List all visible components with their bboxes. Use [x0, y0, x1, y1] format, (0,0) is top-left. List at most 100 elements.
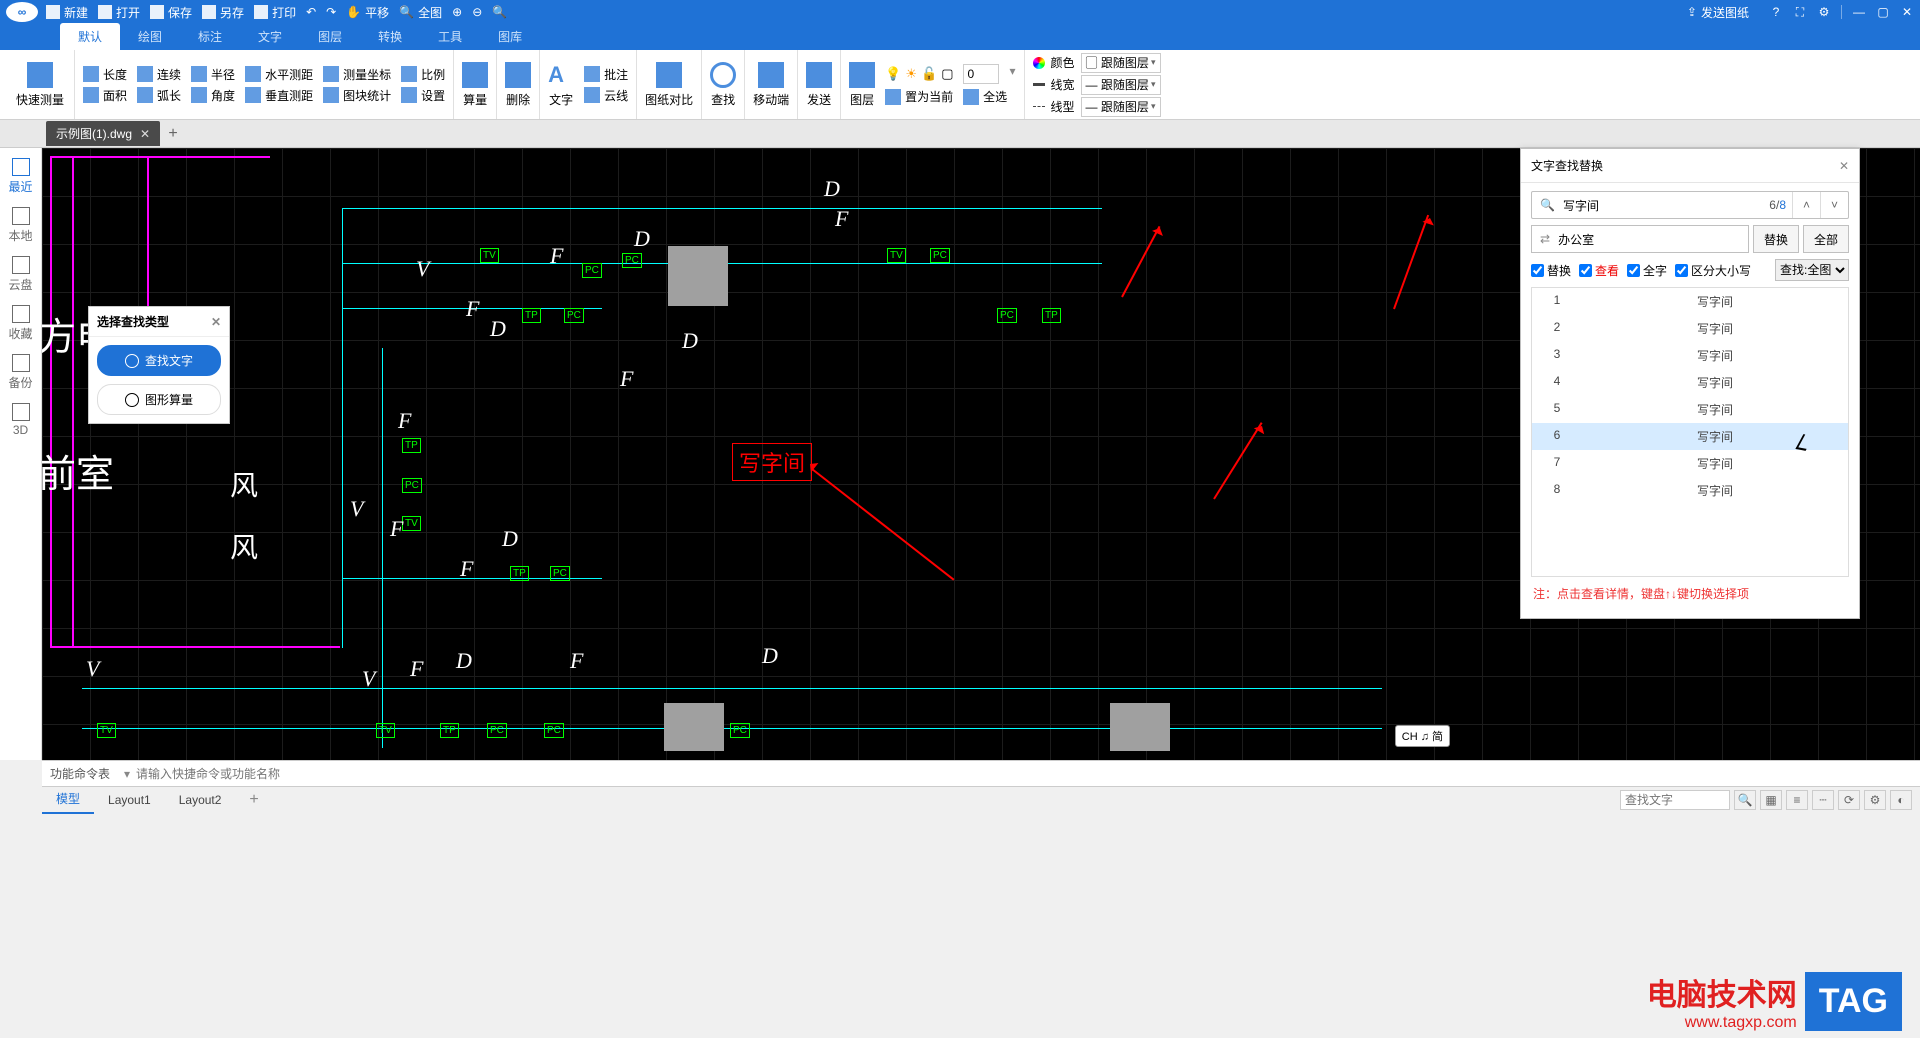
- tb-save[interactable]: 保存: [150, 4, 192, 21]
- shape-calc-button[interactable]: 图形算量: [97, 384, 221, 415]
- rail-backup[interactable]: 备份: [0, 350, 41, 395]
- layer-visibility-toggles[interactable]: 💡☀🔓▢: [885, 64, 953, 84]
- search-input[interactable]: [1563, 192, 1763, 218]
- prop-linetype[interactable]: 线型— 跟随图层▾: [1033, 97, 1161, 117]
- menu-convert[interactable]: 转换: [360, 23, 420, 50]
- tb-new[interactable]: 新建: [46, 4, 88, 21]
- tb-redo[interactable]: ↷: [326, 5, 336, 19]
- linetype-toggle-icon[interactable]: ┄: [1812, 790, 1834, 810]
- close-button[interactable]: ✕: [1900, 5, 1914, 19]
- find-button[interactable]: 查找: [710, 62, 736, 108]
- opt-replace[interactable]: 替换: [1531, 262, 1571, 279]
- send-button[interactable]: 发送: [806, 62, 832, 108]
- layer-number-input[interactable]: [963, 64, 999, 84]
- find-text-button[interactable]: 查找文字: [97, 345, 221, 376]
- tb-open[interactable]: 打开: [98, 4, 140, 21]
- measure-angle[interactable]: 角度: [191, 87, 235, 104]
- approve-button[interactable]: 批注: [584, 66, 628, 83]
- measure-scale[interactable]: 比例: [401, 66, 445, 83]
- replace-input[interactable]: [1558, 226, 1748, 252]
- tab-layout1[interactable]: Layout1: [94, 788, 165, 812]
- tb-print[interactable]: 打印: [254, 4, 296, 21]
- close-icon[interactable]: ✕: [211, 315, 221, 329]
- search-icon[interactable]: 🔍: [1734, 790, 1756, 810]
- select-all[interactable]: 全选: [963, 88, 1007, 105]
- rail-recent[interactable]: 最近: [0, 154, 41, 199]
- result-row[interactable]: 8写字间: [1532, 477, 1848, 504]
- rail-local[interactable]: 本地: [0, 203, 41, 248]
- measure-hdist[interactable]: 水平测距: [245, 66, 313, 83]
- mobile-button[interactable]: 移动端: [753, 62, 789, 108]
- result-row[interactable]: 2写字间: [1532, 315, 1848, 342]
- chevron-down-icon[interactable]: ▾: [1009, 64, 1015, 84]
- close-icon[interactable]: ✕: [140, 127, 150, 141]
- tb-fit[interactable]: 🔍全图: [399, 4, 442, 21]
- quick-measure-button[interactable]: 快速测量: [16, 62, 64, 108]
- menu-text[interactable]: 文字: [240, 23, 300, 50]
- result-row[interactable]: 7写字间: [1532, 450, 1848, 477]
- chevron-down-icon[interactable]: ▾: [118, 767, 136, 781]
- grid-toggle-icon[interactable]: ▦: [1760, 790, 1782, 810]
- next-result-button[interactable]: ˅: [1820, 192, 1848, 218]
- rail-3d[interactable]: 3D: [0, 399, 41, 441]
- calc-button[interactable]: 算量: [462, 62, 488, 108]
- swap-icon[interactable]: ⇄: [1532, 232, 1558, 246]
- measure-area[interactable]: 面积: [83, 87, 127, 104]
- measure-settings[interactable]: 设置: [401, 87, 445, 104]
- command-input[interactable]: [136, 767, 1920, 781]
- tab-layout2[interactable]: Layout2: [165, 788, 236, 812]
- scope-select[interactable]: 查找:全图: [1775, 259, 1849, 281]
- measure-vdist[interactable]: 垂直测距: [245, 87, 313, 104]
- file-tab-active[interactable]: 示例图(1).dwg✕: [46, 121, 160, 146]
- menu-annotate[interactable]: 标注: [180, 23, 240, 50]
- measure-coord[interactable]: 测量坐标: [323, 66, 391, 83]
- lineweight-toggle-icon[interactable]: ≡: [1786, 790, 1808, 810]
- gear-icon[interactable]: ⚙: [1864, 790, 1886, 810]
- prev-result-button[interactable]: ˄: [1792, 192, 1820, 218]
- tb-pan[interactable]: ✋平移: [346, 4, 389, 21]
- fullscreen-icon[interactable]: ⛶: [1793, 5, 1807, 19]
- maximize-button[interactable]: ▢: [1876, 5, 1890, 19]
- bulb-icon[interactable]: 💡: [885, 66, 901, 82]
- menu-library[interactable]: 图库: [480, 23, 540, 50]
- measure-continuous[interactable]: 连续: [137, 66, 181, 83]
- menu-draw[interactable]: 绘图: [120, 23, 180, 50]
- menu-default[interactable]: 默认: [60, 23, 120, 50]
- settings-icon[interactable]: ⚙: [1817, 5, 1831, 19]
- results-list[interactable]: 1写字间2写字间3写字间4写字间5写字间6写字间7写字间8写字间: [1531, 287, 1849, 577]
- result-row[interactable]: 5写字间: [1532, 396, 1848, 423]
- result-row[interactable]: 6写字间: [1532, 423, 1848, 450]
- result-row[interactable]: 3写字间: [1532, 342, 1848, 369]
- text-button[interactable]: A文字: [548, 62, 574, 108]
- rail-favorite[interactable]: 收藏: [0, 301, 41, 346]
- skin-icon[interactable]: ◐: [1890, 790, 1912, 810]
- replace-button[interactable]: 替换: [1753, 225, 1799, 253]
- tb-send-drawing[interactable]: ⇪发送图纸: [1687, 4, 1749, 21]
- prop-lineweight[interactable]: 线宽— 跟随图层▾: [1033, 75, 1161, 95]
- square-icon[interactable]: ▢: [941, 66, 953, 82]
- opt-whole[interactable]: 全字: [1627, 262, 1667, 279]
- tab-model[interactable]: 模型: [42, 785, 94, 814]
- tb-undo[interactable]: ↶: [306, 5, 316, 19]
- add-file-tab[interactable]: +: [162, 123, 184, 145]
- tb-zoom-window[interactable]: 🔍: [492, 5, 507, 19]
- sun-icon[interactable]: ☀: [905, 66, 917, 82]
- measure-radius[interactable]: 半径: [191, 66, 235, 83]
- delete-button[interactable]: 删除: [505, 62, 531, 108]
- menu-layer[interactable]: 图层: [300, 23, 360, 50]
- menu-tools[interactable]: 工具: [420, 23, 480, 50]
- tb-zoom-in[interactable]: ⊕: [452, 5, 462, 19]
- opt-view[interactable]: 查看: [1579, 262, 1619, 279]
- result-row[interactable]: 1写字间: [1532, 288, 1848, 315]
- tb-saveas[interactable]: 另存: [202, 4, 244, 21]
- bottom-search-input[interactable]: [1620, 790, 1730, 810]
- set-current-layer[interactable]: 置为当前: [885, 88, 953, 105]
- help-icon[interactable]: ?: [1769, 5, 1783, 19]
- measure-length[interactable]: 长度: [83, 66, 127, 83]
- add-layout-tab[interactable]: +: [235, 786, 272, 814]
- minimize-button[interactable]: —: [1852, 5, 1866, 19]
- opt-case[interactable]: 区分大小写: [1675, 262, 1751, 279]
- block-stats[interactable]: 图块统计: [323, 87, 391, 104]
- replace-all-button[interactable]: 全部: [1803, 225, 1849, 253]
- rail-cloud[interactable]: 云盘: [0, 252, 41, 297]
